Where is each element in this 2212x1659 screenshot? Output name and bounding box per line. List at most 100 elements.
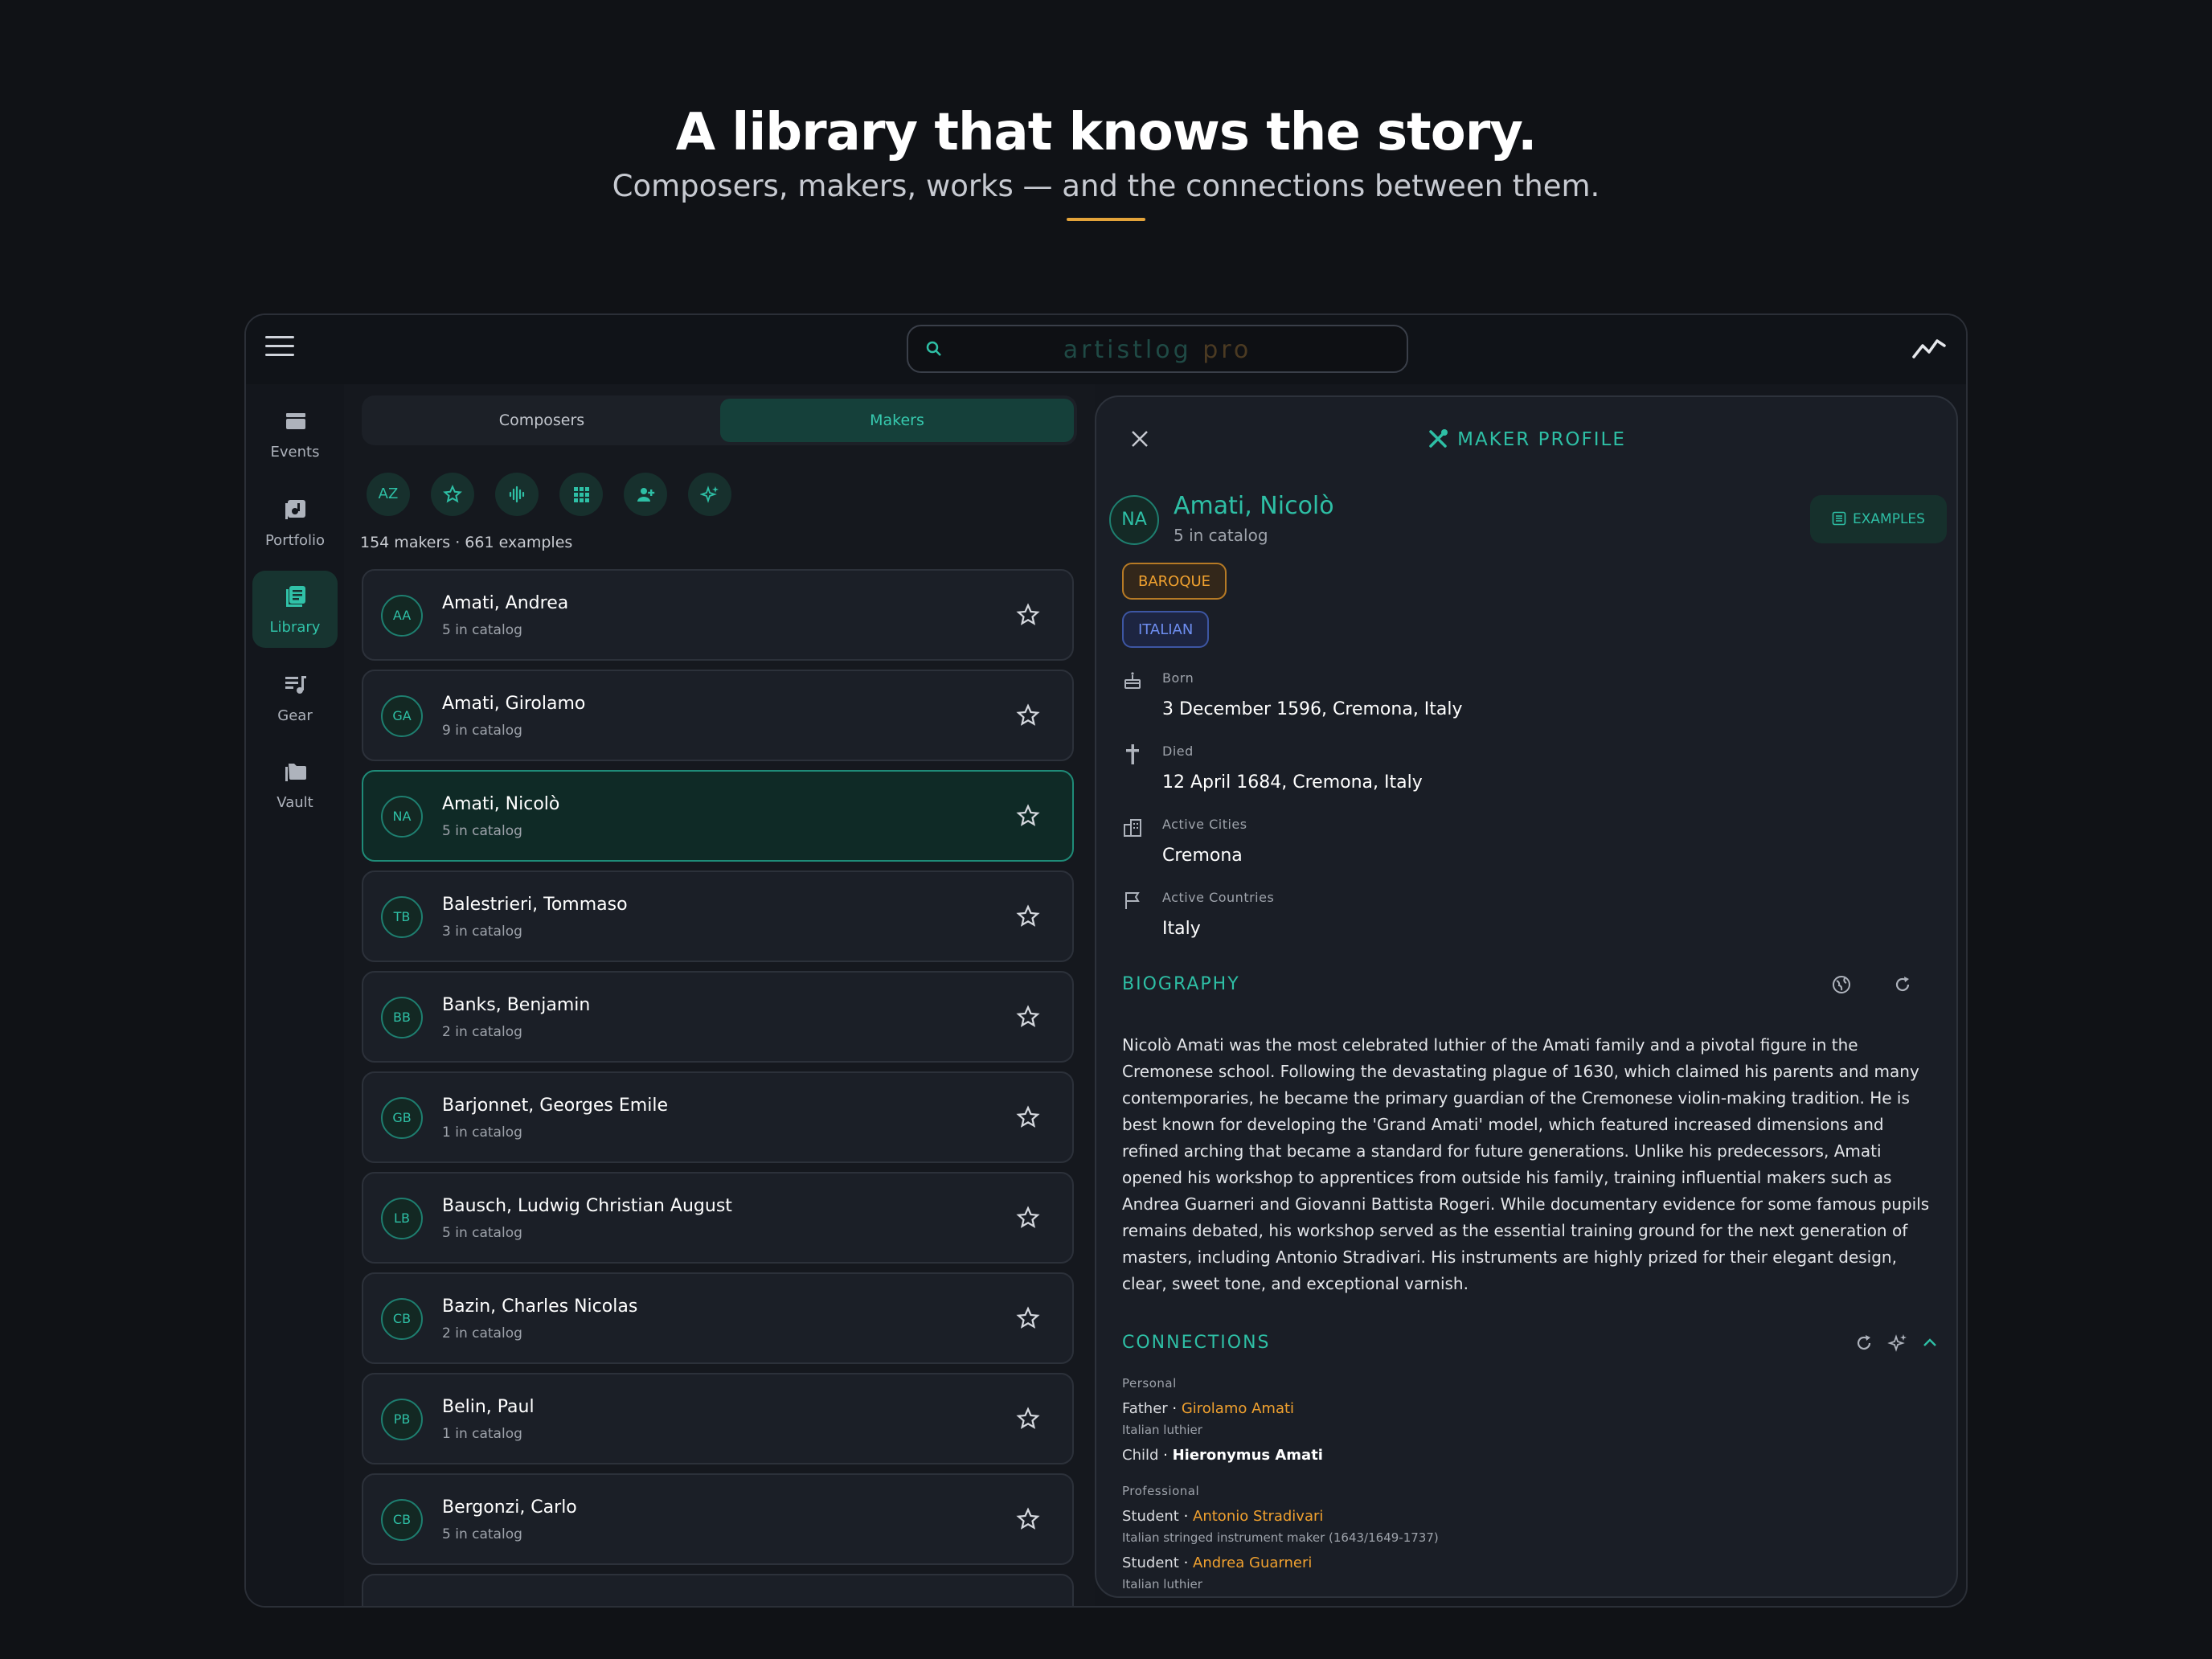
avatar: GA	[381, 695, 423, 737]
star-icon	[443, 485, 462, 503]
hero-subtitle: Composers, makers, works — and the conne…	[612, 169, 1600, 203]
star-icon[interactable]	[1016, 1306, 1040, 1330]
connection-father-desc: Italian luthier	[1122, 1423, 1202, 1437]
tag-era[interactable]: BAROQUE	[1122, 563, 1227, 600]
maker-catalog-count: 1 in catalog	[442, 1426, 522, 1442]
hero-title: A library that knows the story.	[675, 103, 1538, 162]
search-placeholder-brand: artistlog pro	[1063, 336, 1252, 364]
star-icon[interactable]	[1016, 804, 1040, 828]
avatar: GB	[381, 1097, 423, 1139]
maker-row[interactable]: LB Bausch, Ludwig Christian August 5 in …	[362, 1172, 1074, 1264]
died-value: 12 April 1684, Cremona, Italy	[1162, 772, 1423, 793]
sort-az-icon: AZ	[378, 485, 399, 502]
maker-row[interactable]: TB Balestrieri, Tommaso 3 in catalog	[362, 870, 1074, 962]
tab-makers[interactable]: Makers	[720, 399, 1074, 442]
star-icon[interactable]	[1016, 1507, 1040, 1531]
maker-row-selected[interactable]: NA Amati, Nicolò 5 in catalog	[362, 770, 1074, 862]
maker-name: Belin, Paul	[442, 1397, 535, 1417]
refresh-icon[interactable]	[1892, 974, 1913, 995]
rail-item-vault[interactable]: Vault	[252, 746, 338, 823]
tab-composers[interactable]: Composers	[365, 399, 719, 442]
maker-row[interactable]: BB Banks, Benjamin 2 in catalog	[362, 971, 1074, 1063]
maker-name: Banks, Benjamin	[442, 995, 591, 1015]
sparkle-icon	[700, 485, 719, 503]
avatar: NA	[1109, 495, 1159, 545]
star-icon[interactable]	[1016, 703, 1040, 727]
list-icon	[1832, 511, 1846, 526]
maker-name: Bergonzi, Carlo	[442, 1497, 577, 1518]
grid-view-button[interactable]	[559, 473, 603, 516]
rail-item-events[interactable]: Events	[252, 395, 338, 473]
portfolio-icon	[285, 500, 305, 519]
tag-nationality[interactable]: ITALIAN	[1122, 611, 1210, 648]
app-window: artistlog pro Events Portfolio Library G…	[244, 313, 1968, 1608]
maker-name: Balestrieri, Tommaso	[442, 895, 628, 915]
sparkle-icon[interactable]	[1887, 1333, 1908, 1354]
hero: A library that knows the story. Composer…	[0, 103, 2212, 221]
maker-row[interactable]: GA Amati, Girolamo 9 in catalog	[362, 670, 1074, 761]
chevron-up-icon[interactable]	[1919, 1333, 1940, 1354]
ai-suggest-button[interactable]	[688, 473, 731, 516]
star-icon[interactable]	[1016, 1105, 1040, 1129]
maker-row[interactable]: AA Amati, Andrea 5 in catalog	[362, 569, 1074, 661]
rail-item-library[interactable]: Library	[252, 571, 338, 648]
avatar: LB	[381, 1198, 423, 1239]
maker-name: Bazin, Charles Nicolas	[442, 1296, 638, 1317]
fact-active-cities: Active Cities Cremona	[1122, 817, 1604, 873]
search-bar[interactable]: artistlog pro	[907, 325, 1408, 373]
makers-list-pane: Composers Makers AZ 154 makers · 661 exa…	[344, 384, 1095, 1606]
biography-text: Nicolò Amati was the most celebrated lut…	[1122, 1035, 1930, 1293]
favorites-filter-button[interactable]	[431, 473, 474, 516]
menu-icon[interactable]	[265, 336, 294, 363]
maker-catalog-count: 9 in catalog	[442, 723, 522, 739]
connection-student[interactable]: Student · Antonio Stradivari	[1122, 1508, 1323, 1525]
maker-row[interactable]: CB Bazin, Charles Nicolas 2 in catalog	[362, 1272, 1074, 1364]
gear-icon	[285, 676, 306, 694]
audio-filter-button[interactable]	[495, 473, 539, 516]
maker-row[interactable]: PB Belin, Paul 1 in catalog	[362, 1373, 1074, 1464]
cake-icon	[1124, 672, 1141, 689]
nav-rail: Events Portfolio Library Gear Vault	[246, 384, 344, 1606]
rail-item-gear[interactable]: Gear	[252, 659, 338, 736]
vault-icon	[285, 764, 306, 781]
trend-icon[interactable]	[1911, 333, 1947, 363]
maker-catalog-count: 5 in catalog	[442, 622, 522, 638]
connection-student[interactable]: Student · Andrea Guarneri	[1122, 1555, 1312, 1571]
person-add-icon	[637, 488, 655, 502]
maker-catalog-count: 5 in catalog	[442, 823, 522, 839]
avatar: TB	[381, 896, 423, 938]
connection-student-desc: Italian stringed instrument maker (1643/…	[1122, 1530, 1439, 1545]
fact-active-countries: Active Countries Italy	[1122, 890, 1604, 946]
born-value: 3 December 1596, Cremona, Italy	[1162, 699, 1463, 719]
star-icon[interactable]	[1016, 1206, 1040, 1230]
maker-catalog-count: 2 in catalog	[442, 1325, 522, 1342]
examples-button[interactable]: EXAMPLES	[1810, 495, 1947, 543]
star-icon[interactable]	[1016, 904, 1040, 928]
library-icon	[286, 586, 305, 607]
add-person-button[interactable]	[624, 473, 667, 516]
personal-label: Personal	[1122, 1376, 1177, 1391]
professional-label: Professional	[1122, 1484, 1200, 1498]
maker-name: Amati, Nicolò	[442, 794, 560, 814]
star-icon[interactable]	[1016, 1407, 1040, 1431]
tools-icon	[1429, 429, 1448, 448]
flag-icon	[1125, 892, 1140, 909]
maker-row[interactable]: CB Bergonzi, Carlo 5 in catalog	[362, 1473, 1074, 1565]
top-bar: artistlog pro	[246, 315, 1966, 384]
connection-child[interactable]: Child · Hieronymus Amati	[1122, 1447, 1323, 1464]
grid-icon	[574, 487, 589, 502]
connection-father[interactable]: Father · Girolamo Amati	[1122, 1400, 1294, 1417]
star-icon[interactable]	[1016, 603, 1040, 627]
maker-catalog-count: 2 in catalog	[442, 1024, 522, 1040]
sort-az-button[interactable]: AZ	[367, 473, 410, 516]
maker-row-partial[interactable]	[362, 1574, 1074, 1606]
refresh-icon[interactable]	[1854, 1333, 1874, 1354]
star-icon[interactable]	[1016, 1005, 1040, 1029]
rail-item-portfolio[interactable]: Portfolio	[252, 484, 338, 561]
maker-catalog-count: 1 in catalog	[442, 1124, 522, 1141]
maker-name: Bausch, Ludwig Christian August	[442, 1196, 732, 1216]
avatar: NA	[381, 796, 423, 838]
maker-row[interactable]: GB Barjonnet, Georges Emile 1 in catalog	[362, 1071, 1074, 1163]
globe-icon[interactable]	[1831, 974, 1852, 995]
events-icon	[286, 413, 305, 429]
